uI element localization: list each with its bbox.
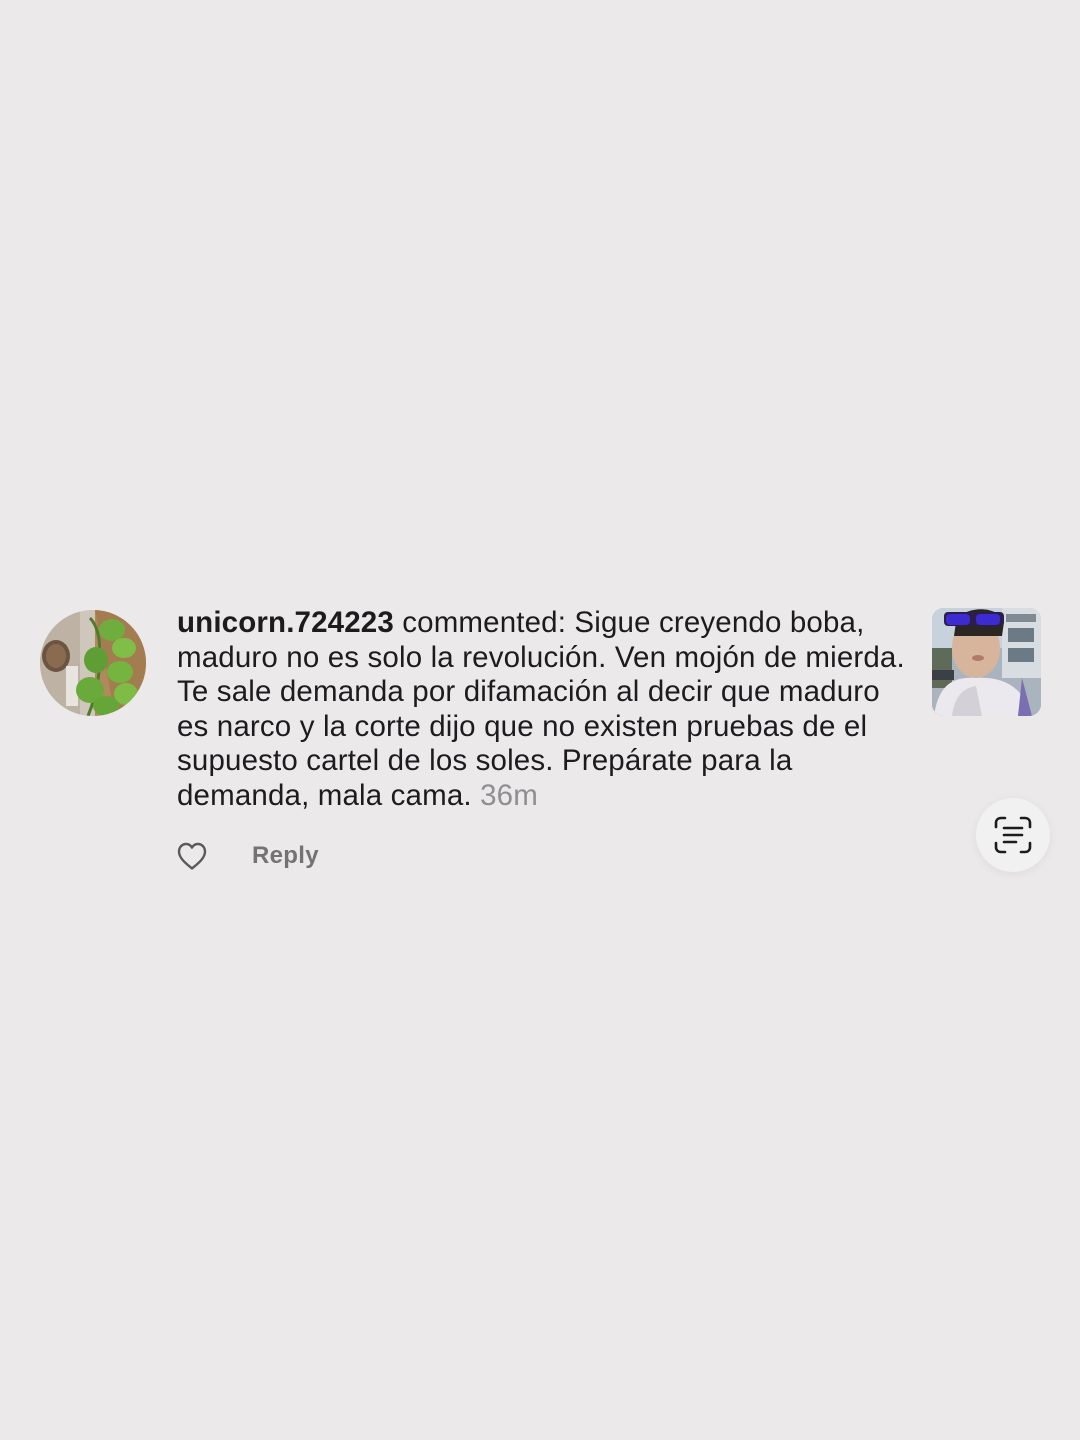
comment-timestamp: 36m xyxy=(480,778,538,812)
avatar-plant-image xyxy=(40,610,146,716)
comment-notification[interactable]: unicorn.724223 commented: Sigue creyendo… xyxy=(0,592,1080,902)
scan-text-icon xyxy=(994,816,1032,854)
comment-actions: Reply xyxy=(176,838,319,874)
post-thumbnail-image xyxy=(932,608,1041,716)
reply-button[interactable]: Reply xyxy=(252,842,319,870)
scan-text-button[interactable] xyxy=(976,798,1050,872)
username-link[interactable]: unicorn.724223 xyxy=(177,606,394,639)
comment-text: unicorn.724223 commented: Sigue creyendo… xyxy=(177,606,912,814)
user-avatar[interactable] xyxy=(40,610,146,716)
post-thumbnail[interactable] xyxy=(932,608,1041,716)
heart-outline-icon[interactable] xyxy=(176,841,208,871)
